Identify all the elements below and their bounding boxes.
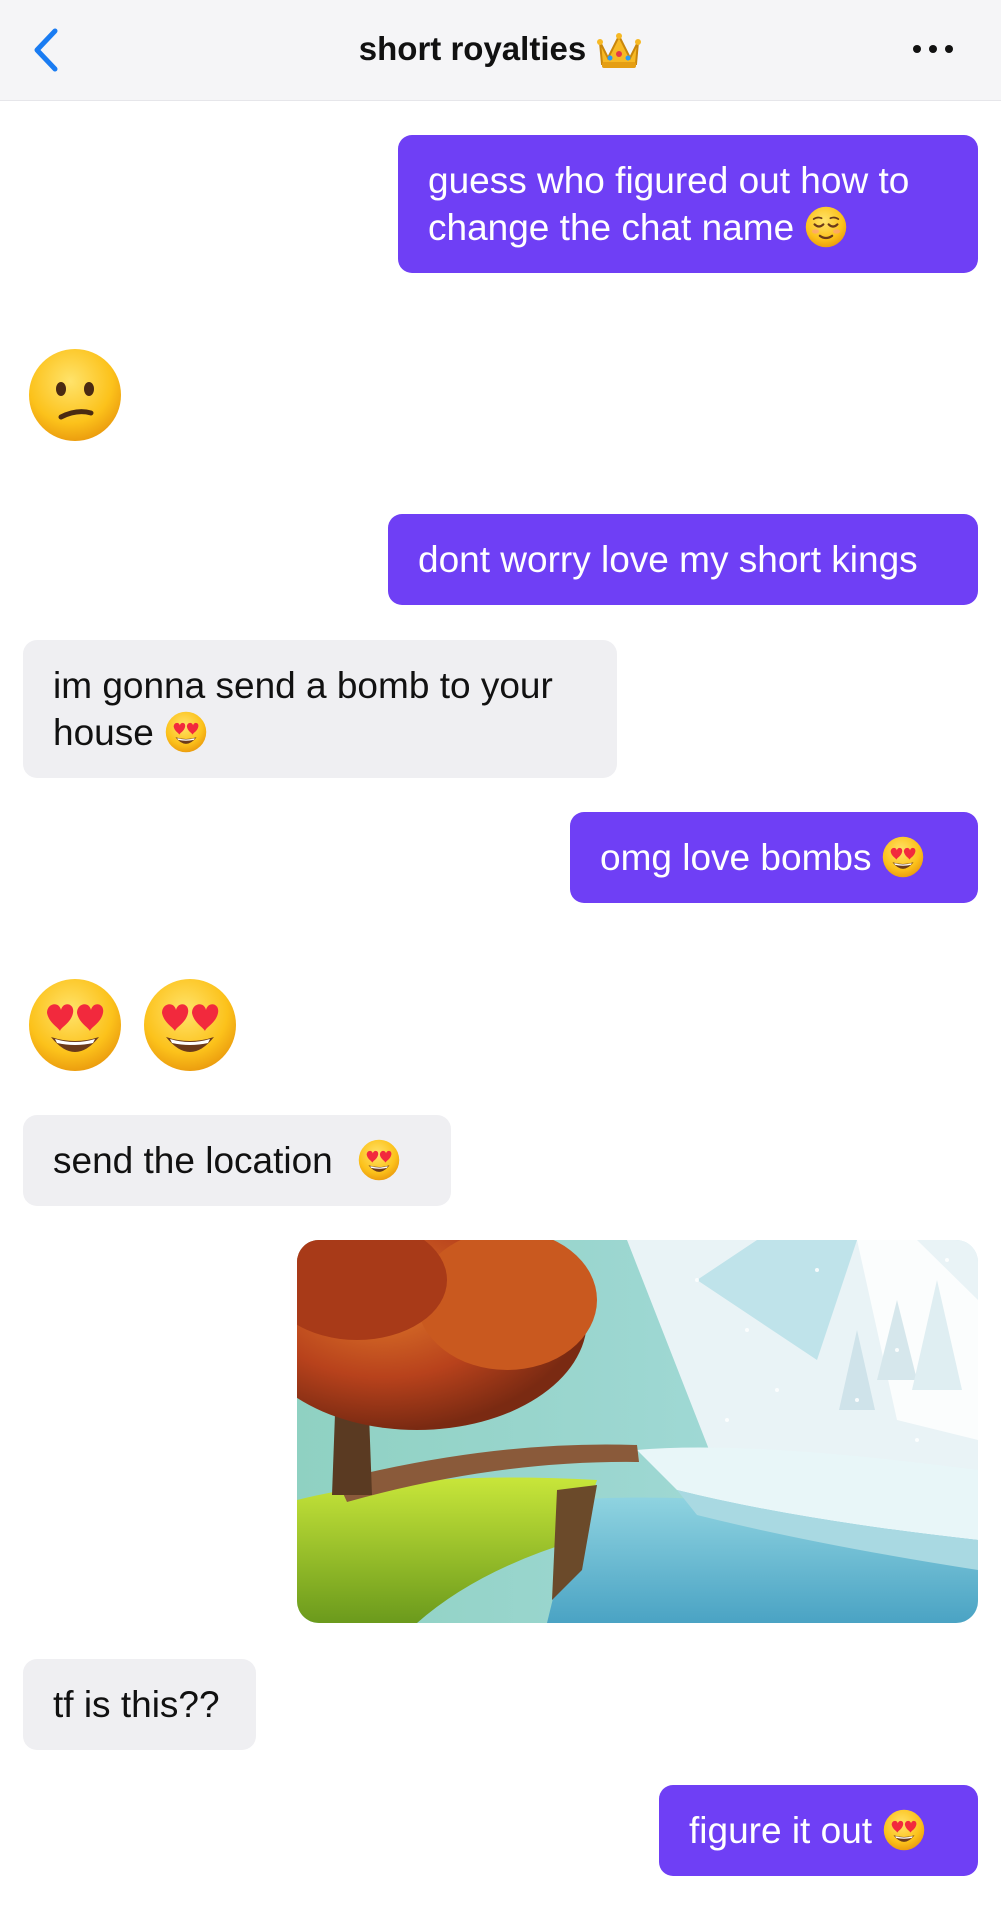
message-text: im gonna send a bomb to your house [53, 665, 553, 753]
incoming-message[interactable]: im gonna send a bomb to your house [23, 640, 617, 778]
chat-title: short royalties [358, 30, 587, 67]
crown-icon [597, 33, 642, 68]
more-options-button[interactable] [903, 34, 963, 64]
incoming-message[interactable]: send the location [23, 1115, 451, 1206]
heart-eyes-face-icon[interactable] [140, 975, 240, 1075]
ellipsis-icon [913, 45, 921, 53]
incoming-message[interactable]: tf is this?? [23, 1659, 256, 1750]
outgoing-message[interactable]: guess who figured out how to change the … [398, 135, 978, 273]
relieved-face-icon [804, 205, 848, 249]
outgoing-message[interactable]: dont worry love my short kings [388, 514, 978, 605]
confused-face-icon[interactable] [25, 345, 125, 445]
chat-title-group[interactable]: short royalties [0, 28, 1001, 70]
heart-eyes-face-icon[interactable] [25, 975, 125, 1075]
message-text: tf is this?? [53, 1684, 220, 1725]
autumn-winter-landscape-photo [297, 1240, 978, 1623]
outgoing-message[interactable]: omg love bombs [570, 812, 978, 903]
message-text: send the location [53, 1140, 333, 1181]
message-text: dont worry love my short kings [418, 539, 918, 580]
message-text: figure it out [689, 1810, 873, 1851]
heart-eyes-face-icon [883, 1809, 925, 1851]
heart-eyes-face-icon [165, 711, 207, 753]
message-text: omg love bombs [600, 837, 872, 878]
heart-eyes-face-icon [883, 836, 924, 878]
outgoing-message[interactable]: figure it out [659, 1785, 978, 1876]
shared-image[interactable] [297, 1240, 978, 1623]
heart-eyes-face-icon [358, 1139, 400, 1181]
chat-header: short royalties [0, 0, 1001, 101]
